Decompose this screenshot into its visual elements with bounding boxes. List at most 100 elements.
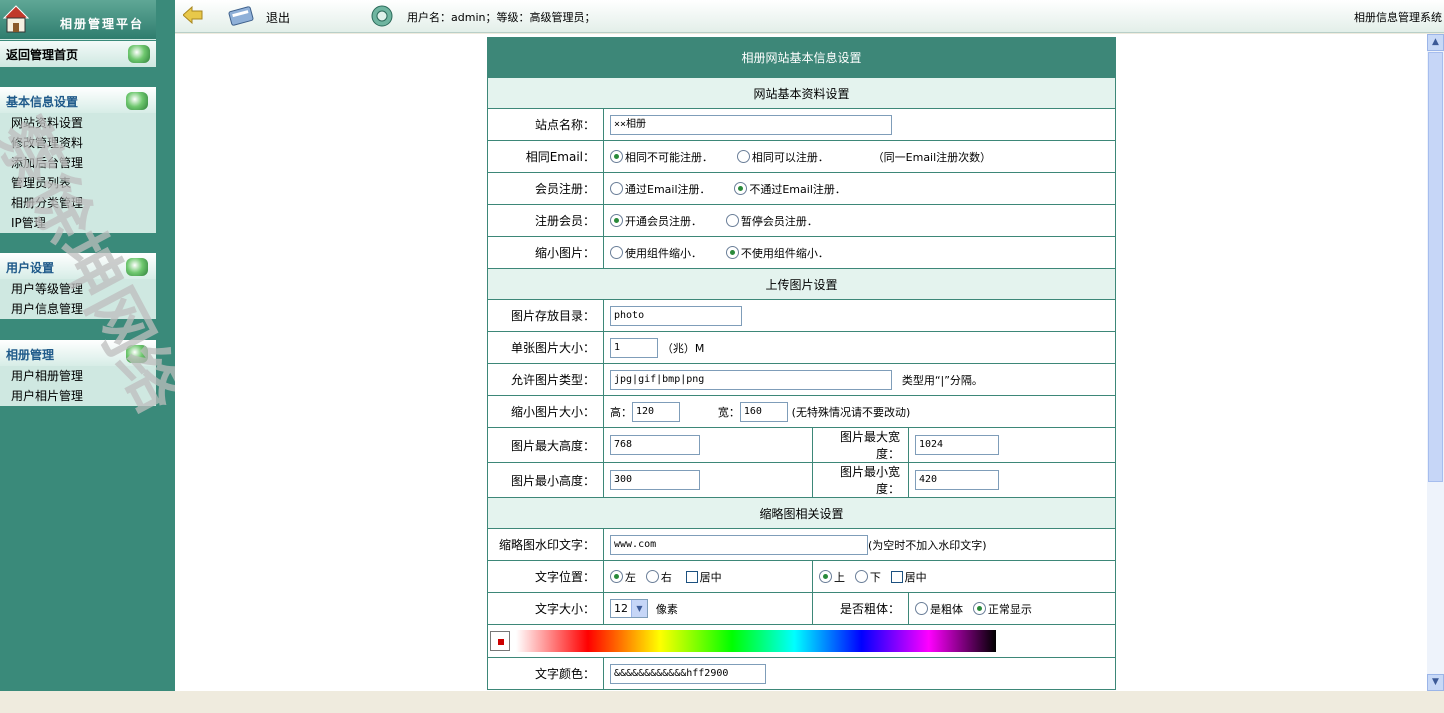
sidebar-panel-basic: 基本信息设置 网站资料设置 修改管理资料 添加后台管理 管理员列表 相册分类管理… [0, 87, 156, 233]
color-palette[interactable] [516, 630, 996, 652]
section-edit-icon [126, 92, 148, 110]
bold-radio-2[interactable] [972, 602, 986, 615]
sidebar-item-add-admin[interactable]: 添加后台管理 [0, 153, 156, 173]
types-input[interactable]: jpg|gif|bmp|png [610, 369, 892, 390]
min-width-label: 图片最小宽度： [812, 462, 909, 498]
reg-member-radio-1[interactable] [610, 214, 623, 227]
top-toolbar: 退出 用户名：admin；等级：高级管理员； 相册信息管理系统 [175, 0, 1444, 33]
sidebar-item-site-settings[interactable]: 网站资料设置 [0, 113, 156, 133]
sidebar-section-basic[interactable]: 基本信息设置 [0, 87, 156, 113]
pos-center2-label: 居中 [904, 570, 927, 584]
thumb-label: 缩小图片： [487, 236, 604, 269]
site-name-label: 站点名称： [487, 108, 604, 141]
max-height-input[interactable]: 768 [610, 435, 700, 455]
thumb-opt2: 不使用组件缩小． [740, 246, 829, 260]
width-label: 宽： [717, 405, 740, 419]
brand-title: 相册管理平台 [60, 17, 145, 31]
member-reg-radio-1[interactable] [610, 182, 623, 195]
thumb-size-label: 缩小图片大小： [487, 395, 604, 428]
max-width-input[interactable]: 1024 [915, 435, 999, 455]
color-input[interactable]: &&&&&&&&&&&&hff2900 [610, 663, 766, 684]
thumb-radio-2[interactable] [725, 246, 739, 259]
types-label: 允许图片类型： [487, 363, 604, 396]
sidebar-item-user-info[interactable]: 用户信息管理 [0, 299, 156, 319]
sidebar-section-users[interactable]: 用户设置 [0, 253, 156, 279]
scroll-down-icon[interactable]: ▼ [1427, 674, 1444, 691]
size-input[interactable]: 1 [610, 337, 658, 358]
height-input[interactable]: 120 [632, 401, 680, 422]
settings-form: 相册网站基本信息设置 网站基本资料设置 站点名称： ××相册 相同Email： … [486, 37, 1117, 690]
wm-text-input[interactable]: www.com [610, 534, 868, 555]
reg-member-opt1: 开通会员注册． [625, 214, 702, 228]
max-height-label: 图片最大高度： [487, 427, 604, 463]
main-content: 相册网站基本信息设置 网站基本资料设置 站点名称： ××相册 相同Email： … [175, 34, 1427, 691]
vertical-scrollbar[interactable]: ▲ ▼ [1427, 34, 1444, 691]
member-reg-radio-2[interactable] [734, 182, 748, 195]
status-bar [0, 691, 1444, 713]
form-title: 相册网站基本信息设置 [486, 37, 1117, 78]
min-width-input[interactable]: 420 [915, 470, 999, 490]
member-reg-opt2: 不通过Email注册． [749, 182, 846, 196]
same-email-radio-1[interactable] [610, 150, 623, 163]
same-email-opt1: 相同不可能注册． [625, 150, 713, 164]
min-height-label: 图片最小高度： [487, 462, 604, 498]
pos-center-label: 居中 [699, 570, 722, 584]
pos-center-checkbox[interactable] [685, 570, 698, 583]
section-basic-title: 网站基本资料设置 [486, 77, 1117, 109]
font-size-select[interactable]: 12 ▼ [610, 599, 648, 618]
same-email-note: （同一Email注册次数） [872, 150, 992, 164]
dir-label: 图片存放目录： [487, 299, 604, 332]
section-albums-icon [126, 345, 148, 363]
font-size-unit: 像素 [655, 602, 678, 616]
sidebar-item-ip[interactable]: IP管理 [0, 213, 156, 233]
color-swatch[interactable] [490, 631, 510, 651]
scroll-up-icon[interactable]: ▲ [1427, 34, 1444, 51]
back-arrow-icon[interactable] [183, 6, 203, 24]
pos-right-radio[interactable] [645, 570, 659, 583]
pos-bottom-radio[interactable] [854, 570, 868, 583]
same-email-label: 相同Email： [487, 140, 604, 173]
chevron-down-icon[interactable]: ▼ [631, 600, 647, 617]
pos-left-radio[interactable] [610, 570, 623, 583]
system-name: 相册信息管理系统 [1354, 11, 1442, 24]
reg-member-radio-2[interactable] [725, 214, 739, 227]
sidebar-item-admin-list[interactable]: 管理员列表 [0, 173, 156, 193]
sidebar-section-albums[interactable]: 相册管理 [0, 340, 156, 366]
pos-top-label: 上 [834, 570, 845, 584]
sidebar-item-edit-admin[interactable]: 修改管理资料 [0, 133, 156, 153]
same-email-radio-2[interactable] [736, 150, 750, 163]
font-size-value: 12 [614, 602, 628, 615]
exit-link[interactable]: 退出 [266, 9, 290, 26]
sidebar-section-title: 相册管理 [6, 348, 55, 362]
member-reg-label: 会员注册： [487, 172, 604, 205]
dir-input[interactable]: photo [610, 305, 742, 326]
thumb-radio-1[interactable] [610, 246, 623, 259]
size-unit: （兆）M [661, 341, 705, 355]
sidebar-item-user-photos[interactable]: 用户相片管理 [0, 386, 156, 406]
pos-center2-checkbox[interactable] [890, 570, 903, 583]
scroll-thumb[interactable] [1428, 52, 1443, 482]
sidebar-item-user-level[interactable]: 用户等级管理 [0, 279, 156, 299]
pos-top-radio[interactable] [819, 570, 832, 583]
sidebar-home-link[interactable]: 返回管理首页 [0, 41, 156, 67]
sidebar-item-album-category[interactable]: 相册分类管理 [0, 193, 156, 213]
bold-radio-1[interactable] [915, 602, 928, 615]
text-pos-label: 文字位置： [487, 560, 604, 593]
sidebar-item-user-albums[interactable]: 用户相册管理 [0, 366, 156, 386]
same-email-opt2: 相同可以注册． [751, 150, 829, 164]
section-thumb-title: 缩略图相关设置 [486, 497, 1117, 529]
width-input[interactable]: 160 [739, 401, 788, 422]
exit-icon[interactable] [227, 3, 257, 27]
site-name-input[interactable]: ××相册 [610, 114, 892, 135]
height-label: 高： [610, 405, 632, 419]
home-gem-icon [128, 45, 150, 63]
section-upload-title: 上传图片设置 [486, 268, 1117, 300]
types-note: 类型用“|”分隔。 [901, 373, 983, 387]
sidebar-section-title: 用户设置 [6, 261, 55, 275]
min-height-input[interactable]: 300 [610, 470, 700, 490]
pos-left-label: 左 [625, 570, 636, 584]
section-users-icon [126, 258, 148, 276]
user-globe-icon [371, 5, 393, 27]
member-reg-opt1: 通过Email注册． [625, 182, 711, 196]
wm-text-label: 缩略图水印文字： [487, 528, 604, 561]
